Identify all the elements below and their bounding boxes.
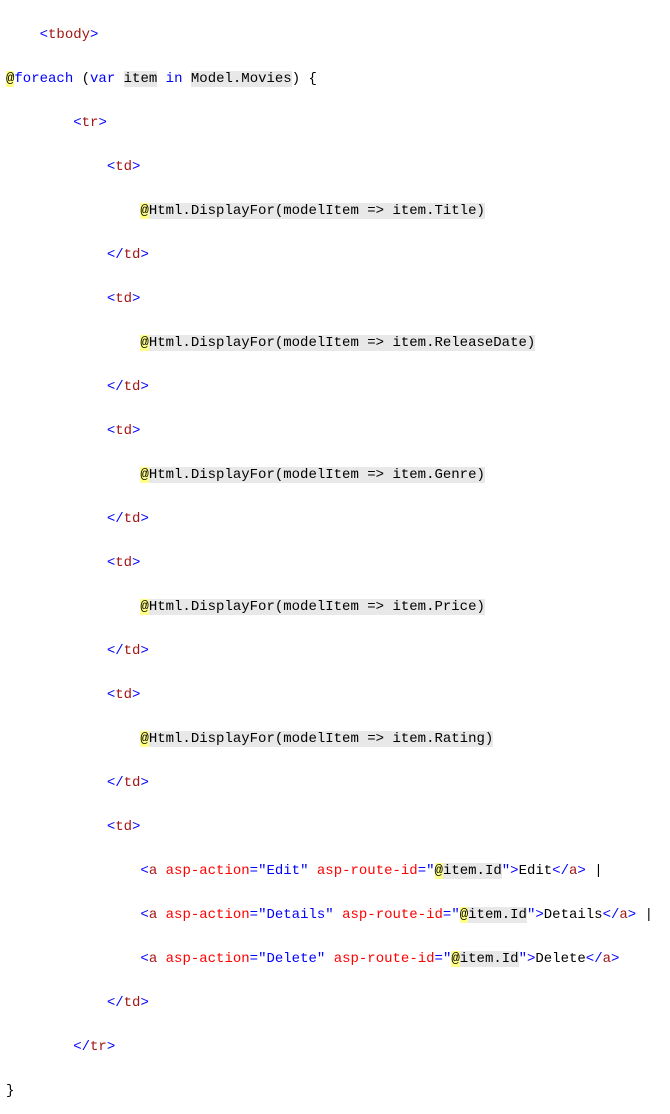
code-line: </tr>	[6, 1036, 670, 1058]
code-line: </td>	[6, 640, 670, 662]
code-line: </td>	[6, 772, 670, 794]
code-line: @Html.DisplayFor(modelItem => item.Title…	[6, 200, 670, 222]
code-line: <tbody>	[6, 24, 670, 46]
code-line: @foreach (var item in Model.Movies) {	[6, 68, 670, 90]
code-line: </td>	[6, 992, 670, 1014]
code-line: <a asp-action="Details" asp-route-id="@i…	[6, 904, 670, 926]
code-line: <a asp-action="Delete" asp-route-id="@it…	[6, 948, 670, 970]
code-line: <td>	[6, 288, 670, 310]
code-line: <td>	[6, 816, 670, 838]
code-line: }	[6, 1080, 670, 1102]
code-line: @Html.DisplayFor(modelItem => item.Ratin…	[6, 728, 670, 750]
code-line: @Html.DisplayFor(modelItem => item.Genre…	[6, 464, 670, 486]
code-line: @Html.DisplayFor(modelItem => item.Price…	[6, 596, 670, 618]
code-line: </td>	[6, 508, 670, 530]
code-line: <tr>	[6, 112, 670, 134]
code-line: <td>	[6, 420, 670, 442]
code-line: <td>	[6, 156, 670, 178]
code-line: <a asp-action="Edit" asp-route-id="@item…	[6, 860, 670, 882]
code-line: </td>	[6, 376, 670, 398]
code-line: <td>	[6, 552, 670, 574]
code-line: @Html.DisplayFor(modelItem => item.Relea…	[6, 332, 670, 354]
code-line: <td>	[6, 684, 670, 706]
code-line: </td>	[6, 244, 670, 266]
code-editor: <tbody> @foreach (var item in Model.Movi…	[0, 0, 670, 1114]
